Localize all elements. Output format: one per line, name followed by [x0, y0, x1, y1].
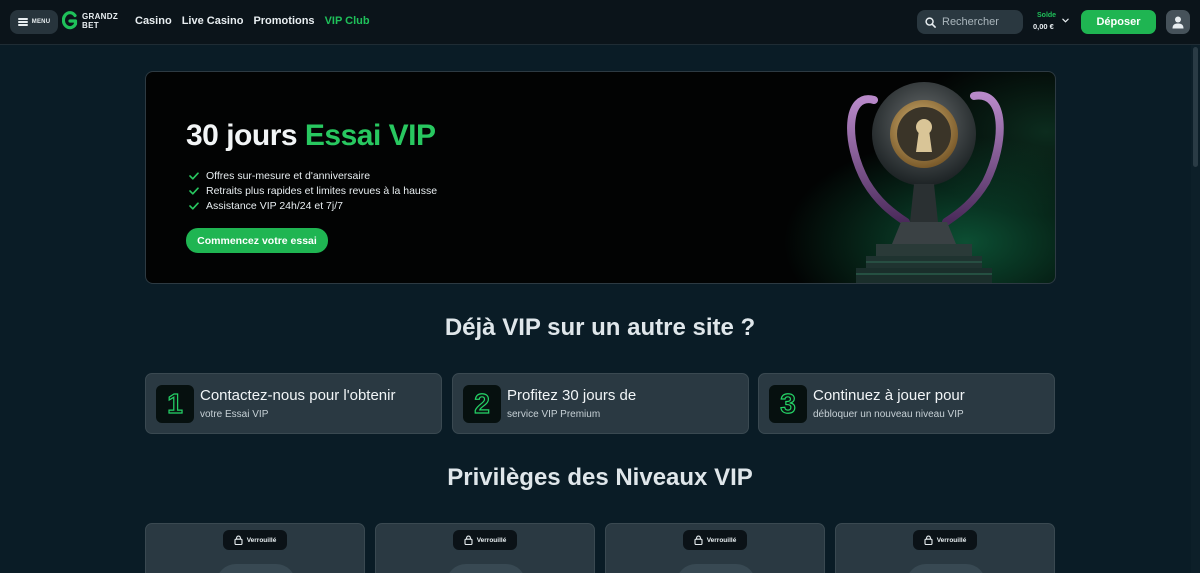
lock-icon	[924, 535, 933, 545]
top-header: MENU GRANDZ BET Casino Live Casino Promo…	[0, 0, 1200, 45]
locked-label: Verrouillé	[476, 536, 507, 544]
check-icon	[189, 171, 199, 180]
profile-button[interactable]	[1166, 10, 1190, 34]
balance-label: Solde	[1037, 12, 1057, 19]
site-logo[interactable]: GRANDZ BET	[62, 11, 118, 33]
lock-icon	[234, 535, 243, 545]
tier-card[interactable]: Verrouillé	[375, 523, 595, 573]
trophy-keyhole-illustration	[847, 82, 1004, 283]
nav-promotions[interactable]: Promotions	[253, 15, 314, 27]
vip-elsewhere-title: Déjà VIP sur un autre site ?	[444, 314, 756, 341]
locked-badge: Verrouillé	[223, 530, 287, 550]
search-icon	[925, 16, 936, 28]
search-box[interactable]	[917, 10, 1023, 34]
perk-item: Assistance VIP 24h/24 et 7j/7	[189, 198, 437, 213]
step-number: 2	[474, 388, 491, 419]
step-title: Contactez-nous pour l'obtenir	[200, 387, 396, 404]
page-scrollbar[interactable]	[1191, 45, 1200, 573]
nav-live-casino[interactable]: Live Casino	[182, 15, 244, 27]
perk-item: Offres sur-mesure et d'anniversaire	[189, 168, 437, 183]
step-number: 1	[167, 388, 184, 419]
step-card-1: 1 Contactez-nous pour l'obtenir votre Es…	[145, 373, 442, 434]
search-input[interactable]	[942, 16, 1018, 28]
tier-card[interactable]: Verrouillé	[835, 523, 1055, 573]
locked-badge: Verrouillé	[453, 530, 517, 550]
vip-trial-banner: 30 jours Essai VIP Offres sur-mesure et …	[145, 71, 1056, 284]
hamburger-icon	[17, 18, 28, 26]
perk-list: Offres sur-mesure et d'anniversaire Retr…	[189, 168, 437, 213]
logo-mark-icon	[62, 11, 78, 30]
deposit-button[interactable]: Déposer	[1081, 10, 1156, 34]
tier-card[interactable]: Verrouillé	[605, 523, 825, 573]
tier-badge-image	[906, 564, 986, 573]
locked-label: Verrouillé	[706, 536, 737, 544]
nav-casino[interactable]: Casino	[135, 15, 172, 27]
perk-text: Retraits plus rapides et limites revues …	[206, 184, 438, 197]
main-nav: Casino Live Casino Promotions VIP Club	[135, 15, 370, 27]
step-subtitle: votre Essai VIP	[200, 409, 269, 420]
vip-tiers-title: Privilèges des Niveaux VIP	[447, 464, 753, 491]
balance-dropdown[interactable]: Solde 0,00 €	[1030, 12, 1072, 34]
logo-text-top: GRANDZ	[82, 12, 119, 21]
step-number: 3	[780, 388, 797, 419]
tier-card[interactable]: Verrouillé	[145, 523, 365, 573]
start-trial-button[interactable]: Commencez votre essai	[186, 228, 328, 253]
locked-label: Verrouillé	[246, 536, 277, 544]
step-number-badge: 2	[463, 385, 501, 423]
scrollbar-thumb[interactable]	[1193, 47, 1198, 167]
step-number-badge: 3	[769, 385, 807, 423]
check-icon	[189, 186, 199, 195]
hero-title: 30 jours Essai VIP	[186, 119, 436, 153]
step-card-2: 2 Profitez 30 jours de service VIP Premi…	[452, 373, 749, 434]
hero-title-green: Essai VIP	[304, 119, 436, 152]
locked-badge: Verrouillé	[683, 530, 747, 550]
tier-badge-image	[216, 564, 296, 573]
step-subtitle: service VIP Premium	[507, 409, 601, 420]
menu-button[interactable]: MENU	[10, 10, 58, 34]
tier-badge-image	[676, 564, 756, 573]
perk-item: Retraits plus rapides et limites revues …	[189, 183, 437, 198]
step-title: Continuez à jouer pour	[813, 387, 965, 404]
chevron-down-icon	[1062, 18, 1069, 23]
locked-badge: Verrouillé	[913, 530, 977, 550]
perk-text: Offres sur-mesure et d'anniversaire	[206, 169, 371, 182]
lock-icon	[694, 535, 703, 545]
logo-text-bottom: BET	[82, 21, 99, 30]
balance-value: 0,00 €	[1033, 22, 1054, 31]
step-card-3: 3 Continuez à jouer pour débloquer un no…	[758, 373, 1055, 434]
tier-badge-image	[446, 564, 526, 573]
hero-title-white: 30 jours	[186, 119, 298, 152]
step-number-badge: 1	[156, 385, 194, 423]
perk-text: Assistance VIP 24h/24 et 7j/7	[206, 199, 343, 212]
step-title: Profitez 30 jours de	[507, 387, 637, 404]
check-icon	[189, 201, 199, 210]
menu-label: MENU	[31, 19, 51, 25]
step-subtitle: débloquer un nouveau niveau VIP	[813, 409, 964, 420]
locked-label: Verrouillé	[936, 536, 967, 544]
lock-icon	[464, 535, 473, 545]
nav-vip-club[interactable]: VIP Club	[325, 15, 370, 27]
user-icon	[1172, 16, 1184, 29]
